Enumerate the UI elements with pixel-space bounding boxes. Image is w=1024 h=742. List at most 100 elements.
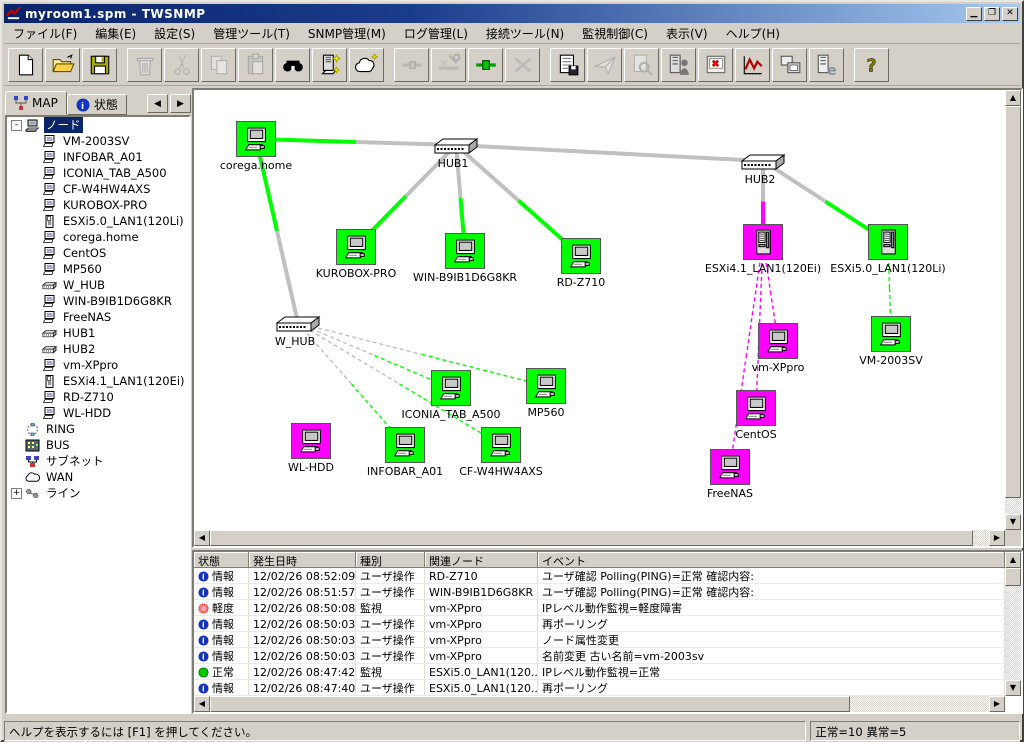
map-node[interactable]: vm-XPpro (752, 323, 804, 374)
open-file-button[interactable] (45, 48, 80, 82)
map-node[interactable]: ESXi4.1_LAN1(120Ei) (705, 224, 821, 275)
menu-item[interactable]: ファイル(F) (4, 23, 86, 44)
menu-item[interactable]: 管理ツール(T) (204, 23, 299, 44)
menu-item[interactable]: ヘルプ(H) (717, 23, 789, 44)
map-node[interactable]: WIN-B9IB1D6G8KR (413, 233, 517, 284)
scroll-down-icon[interactable]: ▼ (1005, 680, 1021, 696)
expander-icon[interactable]: - (11, 119, 22, 131)
scroll-right-icon[interactable]: ▶ (989, 696, 1005, 712)
map-node[interactable]: W_HUB (275, 314, 321, 348)
tree-item[interactable]: INFOBAR_A01 (7, 149, 189, 165)
map-node[interactable]: HUB2 (740, 152, 786, 186)
map-vscroll-thumb[interactable] (1005, 106, 1021, 498)
restore-button[interactable]: ❐ (984, 6, 1000, 21)
map-node[interactable]: ESXi5.0_LAN1(120Li) (830, 224, 946, 275)
map-horizontal-scrollbar[interactable]: ◀ ▶ (194, 530, 1005, 546)
log-vertical-scrollbar[interactable]: ▲ ▼ (1005, 552, 1021, 696)
scroll-right-icon[interactable]: ▶ (989, 530, 1005, 546)
help-button[interactable]: ? (854, 48, 889, 82)
map-node[interactable]: FreeNAS (707, 449, 753, 500)
map-node[interactable]: ICONIA_TAB_A500 (401, 370, 501, 421)
tree-item[interactable]: BUS (7, 437, 189, 453)
log-row[interactable]: i 情報 12/02/26 08:50:03 ユーザ操作 vm-XPpro 名前変更 古い… (194, 648, 1005, 664)
map-vertical-scrollbar[interactable]: ▲ ▼ (1005, 90, 1021, 530)
log-column-header[interactable]: イベント (538, 552, 1005, 568)
scroll-down-icon[interactable]: ▼ (1005, 514, 1021, 530)
log-column-header[interactable]: 発生日時 (249, 552, 356, 568)
log-horizontal-scrollbar[interactable]: ◀ ▶ (194, 696, 1005, 712)
map-node[interactable]: WL-HDD (288, 423, 334, 474)
remote-desktop-button[interactable] (772, 48, 807, 82)
map-node[interactable]: RD-Z710 (557, 238, 605, 289)
add-node-button[interactable] (312, 48, 347, 82)
save-log-button[interactable] (550, 48, 585, 82)
tree-item[interactable]: WAN (7, 469, 189, 485)
tab-map[interactable]: MAP (5, 91, 67, 115)
log-hscroll-thumb[interactable] (210, 696, 850, 712)
mib-browser-button[interactable] (661, 48, 696, 82)
menu-item[interactable]: 接続ツール(N) (477, 23, 573, 44)
connect-line-button[interactable] (468, 48, 503, 82)
tree-item[interactable]: ESXi5.0_LAN1(120Li) (7, 213, 189, 229)
tree-item[interactable]: FreeNAS (7, 309, 189, 325)
map-node[interactable]: HUB1 (433, 136, 479, 170)
tree-item[interactable]: WIN-B9IB1D6G8KR (7, 293, 189, 309)
map-node[interactable]: corega.home (220, 121, 292, 172)
new-file-button[interactable] (8, 48, 43, 82)
title-bar[interactable]: myroom1.spm - TWSNMP ▁ ❐ ✕ (4, 4, 1020, 23)
tree-item[interactable]: HUB2 (7, 341, 189, 357)
map-node[interactable]: VM-2003SV (859, 316, 923, 367)
log-row[interactable]: 軽度 12/02/26 08:50:08 監視 vm-XPpro IPレベル動作監視=軽… (194, 600, 1005, 616)
map-canvas[interactable]: corega.home HUB1 HUB2 KUROBOX-PRO WIN-B9IB1D… (194, 90, 1005, 530)
tab-scroll-right-icon[interactable]: ▶ (170, 94, 191, 113)
map-node[interactable]: CF-W4HW4AXS (459, 427, 543, 478)
tab-scroll-left-icon[interactable]: ◀ (147, 94, 168, 113)
tree-item[interactable]: vm-XPpro (7, 357, 189, 373)
tree-item[interactable]: HUB1 (7, 325, 189, 341)
menu-item[interactable]: SNMP管理(M) (299, 23, 395, 44)
map-hscroll-thumb[interactable] (210, 530, 973, 546)
expander-icon[interactable]: + (11, 487, 22, 499)
tree-item[interactable]: corega.home (7, 229, 189, 245)
polling-graph-button[interactable] (735, 48, 770, 82)
tree-item[interactable]: + ライン (7, 485, 189, 501)
scroll-left-icon[interactable]: ◀ (194, 530, 210, 546)
tree-item[interactable]: サブネット (7, 453, 189, 469)
log-column-header[interactable]: 種別 (356, 552, 425, 568)
tree-item[interactable]: CF-W4HW4AXS (7, 181, 189, 197)
tree-item[interactable]: KUROBOX-PRO (7, 197, 189, 213)
log-row[interactable]: 正常 12/02/26 08:47:42 監視 ESXi5.0_LAN1(120...… (194, 664, 1005, 680)
map-node[interactable]: INFOBAR_A01 (367, 427, 443, 478)
close-button[interactable]: ✕ (1002, 6, 1018, 21)
menu-item[interactable]: ログ管理(L) (395, 23, 477, 44)
tree-item[interactable]: MP560 (7, 261, 189, 277)
web-server-button[interactable]: e (809, 48, 844, 82)
log-row[interactable]: i 情報 12/02/26 08:51:57 ユーザ操作 WIN-B9IB1D6G8KR… (194, 584, 1005, 600)
log-column-header[interactable]: 状態 (194, 552, 249, 568)
menu-item[interactable]: 編集(E) (86, 23, 145, 44)
stop-monitor-button[interactable] (698, 48, 733, 82)
log-row[interactable]: i 情報 12/02/26 08:50:03 ユーザ操作 vm-XPpro 再ポーリング (194, 616, 1005, 632)
tree-item[interactable]: W_HUB (7, 277, 189, 293)
find-button[interactable] (275, 48, 310, 82)
scroll-left-icon[interactable]: ◀ (194, 696, 210, 712)
scroll-up-icon[interactable]: ▲ (1005, 552, 1021, 568)
log-column-header[interactable]: 関連ノード (425, 552, 538, 568)
menu-item[interactable]: 監視制御(C) (573, 23, 657, 44)
save-file-button[interactable] (82, 48, 117, 82)
tree-item[interactable]: CentOS (7, 245, 189, 261)
tree-item[interactable]: VM-2003SV (7, 133, 189, 149)
map-node[interactable]: KUROBOX-PRO (316, 229, 396, 280)
minimize-button[interactable]: ▁ (966, 6, 982, 21)
scroll-up-icon[interactable]: ▲ (1005, 90, 1021, 106)
log-row[interactable]: i 情報 12/02/26 08:47:40 ユーザ操作 ESXi5.0_LAN1(12… (194, 680, 1005, 696)
menu-item[interactable]: 設定(S) (145, 23, 204, 44)
tree-item[interactable]: RD-Z710 (7, 389, 189, 405)
tree-item[interactable]: - ノード (7, 117, 189, 133)
tree-item[interactable]: ESXi4.1_LAN1(120Ei) (7, 373, 189, 389)
menu-item[interactable]: 表示(V) (657, 23, 717, 44)
log-row[interactable]: i 情報 12/02/26 08:52:09 ユーザ操作 RD-Z710 ユーザ確認 Po… (194, 568, 1005, 584)
add-network-button[interactable] (349, 48, 384, 82)
map-node[interactable]: MP560 (526, 368, 566, 419)
tree-item[interactable]: ICONIA_TAB_A500 (7, 165, 189, 181)
